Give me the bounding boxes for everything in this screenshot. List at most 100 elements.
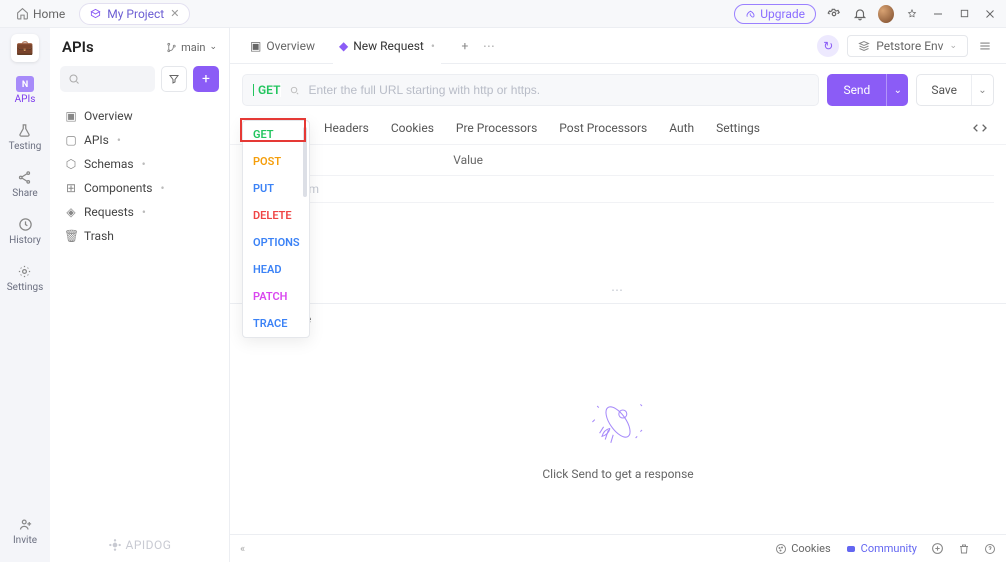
upgrade-button[interactable]: Upgrade [734,4,816,24]
branch-icon [166,42,177,53]
minimize-icon[interactable] [930,6,946,22]
rail-settings[interactable]: Settings [7,262,44,293]
invite-icon [16,515,34,533]
scrollbar[interactable] [303,127,307,197]
method-option-trace[interactable]: TRACE [243,310,309,337]
tree-apis[interactable]: ▢APIs• [50,128,229,152]
save-dropdown[interactable]: ⌄ [971,75,993,105]
tree-requests[interactable]: ◈Requests• [50,200,229,224]
method-option-put[interactable]: PUT [243,175,309,202]
plus-icon: + [202,71,210,87]
plus-circle-icon [931,542,944,555]
rail-share[interactable]: Share [12,168,37,199]
upgrade-label: Upgrade [760,7,805,21]
status-help[interactable] [984,543,996,555]
titlebar: Home My Project ✕ Upgrade [0,0,1006,28]
method-option-options[interactable]: OPTIONS [243,229,309,256]
method-selector[interactable]: GET [253,83,281,97]
bell-icon[interactable] [852,6,868,22]
method-option-head[interactable]: HEAD [243,256,309,283]
reqtab-cookies[interactable]: Cookies [391,121,434,135]
env-circle-button[interactable]: ↻ [817,35,839,57]
branch-selector[interactable]: main ⌄ [166,41,217,54]
reqtab-pre[interactable]: Pre Processors [456,121,537,135]
method-option-get[interactable]: GET [243,121,309,148]
chevron-down-icon: ⌄ [949,41,957,51]
expand-dot: • [117,133,121,147]
tree-trash[interactable]: 🗑Trash [50,224,229,248]
tree-overview[interactable]: ▣Overview [50,104,229,128]
request-tabs: Headers Cookies Pre Processors Post Proc… [230,114,1006,145]
tab-overview[interactable]: ▣ Overview [238,28,327,63]
url-input[interactable] [308,83,808,97]
pin-icon[interactable] [904,6,920,22]
tab-project-label: My Project [107,7,164,21]
rail-history[interactable]: History [9,215,41,246]
response-header[interactable]: ⌄ Response [230,304,1006,334]
more-tabs-button[interactable]: ⋯ [477,34,501,58]
gear-icon[interactable] [826,6,842,22]
status-bar: « Cookies Community [230,534,1006,562]
filter-button[interactable] [161,66,187,92]
col-value: Value [443,145,793,175]
close-icon[interactable]: ✕ [170,7,179,20]
add-param-row[interactable]: am [242,176,994,203]
sidebar: APIs main ⌄ + ▣Overview ▢APIs• ⬡Schemas•… [50,28,230,562]
method-option-delete[interactable]: DELETE [243,202,309,229]
add-button[interactable]: + [193,66,219,92]
send-button[interactable]: Send ⌄ [827,74,908,106]
save-button[interactable]: Save ⌄ [916,74,994,106]
reqtab-settings[interactable]: Settings [716,121,760,135]
folder-icon: ▢ [64,133,78,147]
apis-icon [16,76,34,92]
chevron-down-icon: ⌄ [209,42,217,52]
share-icon [16,168,34,186]
rail-testing[interactable]: Testing [9,121,42,152]
table-header: Value [242,145,994,176]
url-row: GET Send ⌄ Save ⌄ [230,64,1006,114]
status-cookies[interactable]: Cookies [775,542,830,555]
tab-new-request[interactable]: ◆ New Request • [327,28,447,63]
reqtab-headers[interactable]: Headers [324,121,369,135]
method-dropdown: GETPOSTPUTDELETEOPTIONSHEADPATCHTRACE [242,120,310,338]
close-window-icon[interactable] [982,6,998,22]
env-selector[interactable]: Petstore Env ⌄ [847,35,968,57]
search-small-icon [289,85,300,96]
hamburger-icon[interactable] [976,37,994,55]
help-icon [984,543,996,555]
collapse-sidebar-icon[interactable]: « [240,542,245,555]
status-plus[interactable] [931,542,944,555]
rail-invite[interactable]: Invite [13,515,37,546]
add-tab-button[interactable]: + [453,34,477,58]
send-dropdown[interactable]: ⌄ [886,74,908,106]
status-trash[interactable] [958,543,970,555]
workspace-icon[interactable]: 💼 [11,34,39,62]
method-option-patch[interactable]: PATCH [243,283,309,310]
box-icon [90,8,101,19]
brand-footer: APIDOG [50,528,229,562]
resize-handle[interactable]: ⋯ [230,277,1006,303]
status-community[interactable]: Community [845,542,917,555]
tab-home[interactable]: Home [8,4,73,24]
maximize-icon[interactable] [956,6,972,22]
diamond-icon: ◆ [339,39,348,53]
tab-home-label: Home [33,7,65,21]
tree-schemas[interactable]: ⬡Schemas• [50,152,229,176]
code-icon[interactable] [972,120,988,136]
rail-apis[interactable]: APIs [15,76,36,105]
home-icon [16,7,29,20]
rocket-icon [578,387,658,457]
sidebar-search[interactable] [60,66,155,92]
avatar[interactable] [878,6,894,22]
refresh-icon: ↻ [823,39,833,53]
trash-icon [958,543,970,555]
rocket-icon [745,8,756,19]
tree-components[interactable]: ⊞Components• [50,176,229,200]
dots-icon: ⋯ [483,39,495,53]
tab-project[interactable]: My Project ✕ [79,3,190,25]
reqtab-post[interactable]: Post Processors [559,121,647,135]
reqtab-auth[interactable]: Auth [669,121,694,135]
filter-icon [168,73,180,85]
trash-icon: 🗑 [64,229,78,243]
method-option-post[interactable]: POST [243,148,309,175]
